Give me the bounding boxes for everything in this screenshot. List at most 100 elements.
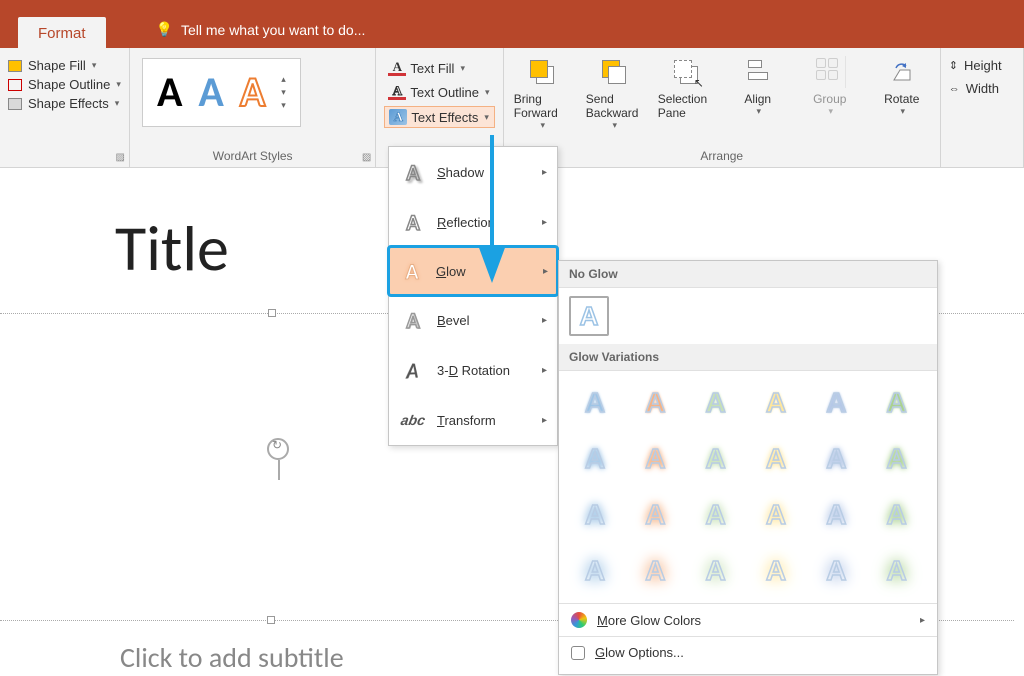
chevron-down-icon: ▾ <box>92 60 97 71</box>
width-label: Width <box>966 81 999 96</box>
color-wheel-icon <box>571 612 587 628</box>
selection-handle[interactable] <box>268 309 276 317</box>
chevron-down-icon: ▾ <box>485 87 490 98</box>
rotate-label: Rotate <box>884 92 919 106</box>
height-input[interactable]: ⇕Height <box>949 58 1015 73</box>
height-label: Height <box>964 58 1002 73</box>
rotation-handle[interactable]: ↻ <box>267 438 289 460</box>
send-backward-button[interactable]: Send Backward▾ <box>584 52 644 135</box>
bring-forward-button[interactable]: Bring Forward▾ <box>512 52 572 135</box>
glow-variation[interactable]: A <box>631 491 679 539</box>
glow-variation[interactable]: A <box>752 547 800 595</box>
rotate-button[interactable]: Rotate▾ <box>872 52 932 135</box>
slide-title-placeholder[interactable]: Title <box>115 210 229 288</box>
chevron-right-icon: ▸ <box>542 167 547 178</box>
selection-handle[interactable] <box>267 616 275 624</box>
glow-variation[interactable]: A <box>752 435 800 483</box>
shape-fill-button[interactable]: Shape Fill ▾ <box>8 58 121 73</box>
tab-format[interactable]: Format <box>18 17 106 48</box>
shape-effects-button[interactable]: Shape Effects ▾ <box>8 96 121 111</box>
shape-outline-label: Shape Outline <box>28 77 110 92</box>
shape-outline-button[interactable]: Shape Outline ▾ <box>8 77 121 92</box>
text-effects-button[interactable]: AText Effects▾ <box>384 106 494 128</box>
glow-variation[interactable]: A <box>571 547 619 595</box>
glow-variation[interactable]: A <box>692 379 740 427</box>
width-input[interactable]: ⇔Width <box>949 81 1015 96</box>
shadow-icon: A <box>399 159 427 185</box>
align-button[interactable]: Align▾ <box>728 52 788 135</box>
glow-submenu: No Glow A Glow Variations AAAAAAAAAAAAAA… <box>558 260 938 675</box>
glow-icon: A <box>398 258 426 284</box>
glow-variation[interactable]: A <box>873 491 921 539</box>
no-glow-option[interactable]: A <box>569 296 609 336</box>
glow-variation[interactable]: A <box>571 379 619 427</box>
chevron-right-icon: ▸ <box>542 365 547 376</box>
glow-variation[interactable]: A <box>752 379 800 427</box>
text-outline-label: Text Outline <box>410 85 479 100</box>
glow-variation[interactable]: A <box>571 435 619 483</box>
glow-variations-grid: AAAAAAAAAAAAAAAAAAAAAAAA <box>559 371 937 603</box>
glow-variations-header: Glow Variations <box>559 344 937 371</box>
wordart-preset-3[interactable]: A <box>240 67 265 118</box>
bring-forward-label: Bring Forward <box>514 92 570 120</box>
rotation-3d-icon: A <box>399 357 427 383</box>
glow-variation[interactable]: A <box>692 435 740 483</box>
glow-variation[interactable]: A <box>631 547 679 595</box>
glow-options-label: low Options... <box>605 645 684 660</box>
annotation-arrow <box>472 135 512 290</box>
group-label: Group <box>813 92 846 106</box>
chevron-right-icon: ▸ <box>542 315 547 326</box>
glow-variation[interactable]: A <box>631 379 679 427</box>
wordart-preset-1[interactable]: A <box>157 67 182 118</box>
glow-variation[interactable]: A <box>631 435 679 483</box>
wordart-gallery[interactable]: A A A ▴▾▾ <box>142 58 301 127</box>
chevron-right-icon: ▸ <box>542 415 547 426</box>
bevel-icon: A <box>399 307 427 333</box>
chevron-down-icon: ▾ <box>115 98 120 109</box>
glow-variation[interactable]: A <box>812 435 860 483</box>
shape-styles-group: Shape Fill ▾ Shape Outline ▾ Shape Effects… <box>0 48 130 167</box>
no-glow-header: No Glow <box>559 261 937 288</box>
shape-effects-label: Shape Effects <box>28 96 109 111</box>
wordart-preset-2[interactable]: A <box>198 67 223 118</box>
glow-variation[interactable]: A <box>873 379 921 427</box>
chevron-down-icon: ▾ <box>116 79 121 90</box>
more-glow-colors[interactable]: More Glow Colors ▸ <box>559 603 937 636</box>
glow-variation[interactable]: A <box>692 547 740 595</box>
text-fill-button[interactable]: AText Fill▾ <box>384 58 494 78</box>
slide-subtitle-placeholder[interactable]: Click to add subtitle <box>120 640 344 675</box>
options-box-icon <box>571 646 585 660</box>
glow-options[interactable]: Glow Options... <box>559 636 937 668</box>
glow-variation[interactable]: A <box>752 491 800 539</box>
transform-label: ransform <box>444 413 495 428</box>
align-label: Align <box>744 92 771 106</box>
glow-variation[interactable]: A <box>873 547 921 595</box>
glow-variation[interactable]: A <box>692 491 740 539</box>
chevron-down-icon: ▾ <box>901 106 906 117</box>
arrange-group-label: Arrange <box>512 149 932 165</box>
glow-variation[interactable]: A <box>873 435 921 483</box>
chevron-down-icon: ▾ <box>484 112 489 123</box>
tell-me-search[interactable]: 💡 Tell me what you want to do... <box>156 21 366 38</box>
glow-variation[interactable]: A <box>812 379 860 427</box>
glow-variation[interactable]: A <box>571 491 619 539</box>
text-outline-button[interactable]: AText Outline▾ <box>384 82 494 102</box>
bevel-label: evel <box>446 313 470 328</box>
wordart-gallery-spinner[interactable]: ▴▾▾ <box>281 74 286 111</box>
chevron-down-icon: ▾ <box>757 106 762 117</box>
text-effect-3d-rotation[interactable]: A 3-D Rotation ▸ <box>389 345 557 395</box>
glow-variation[interactable]: A <box>812 491 860 539</box>
group-button[interactable]: Group▾ <box>800 52 860 135</box>
wordart-group-label: WordArt Styles <box>138 149 367 165</box>
selection-pane-button[interactable]: ↖ Selection Pane <box>656 52 716 135</box>
text-effect-transform[interactable]: abc Transform ▸ <box>389 395 557 445</box>
shape-fill-label: Shape Fill <box>28 58 86 73</box>
text-effect-bevel[interactable]: A Bevel ▸ <box>389 295 557 345</box>
glow-label: low <box>446 264 466 279</box>
dialog-launcher-icon[interactable]: ▨ <box>115 152 124 163</box>
transform-icon: abc <box>399 407 427 433</box>
text-fill-label: Text Fill <box>410 61 454 76</box>
more-glow-colors-label: ore Glow Colors <box>608 613 701 628</box>
dialog-launcher-icon[interactable]: ▨ <box>362 152 371 163</box>
glow-variation[interactable]: A <box>812 547 860 595</box>
